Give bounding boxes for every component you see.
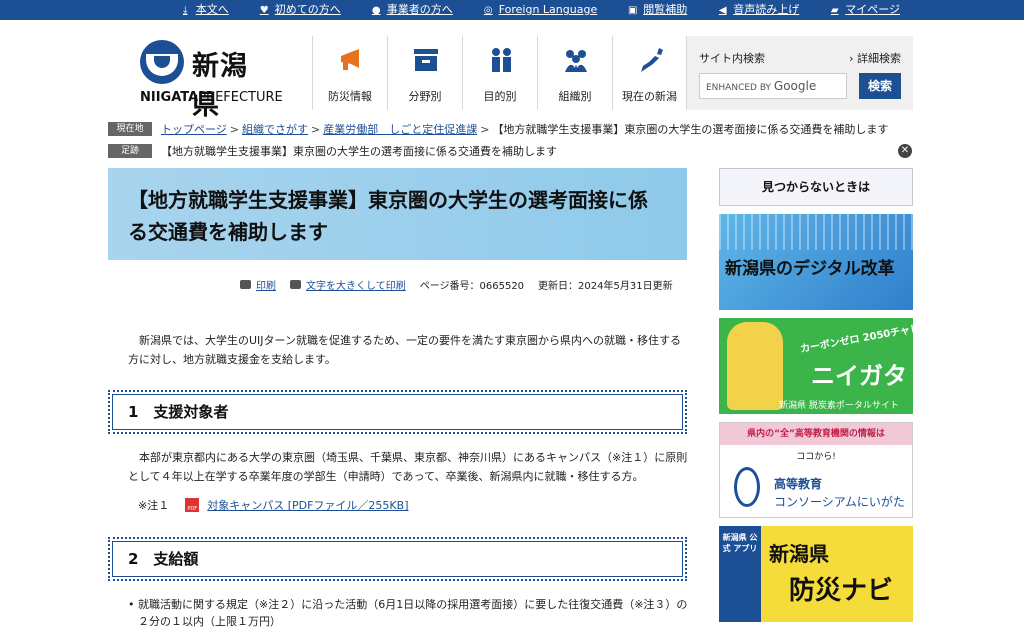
page-title: 【地方就職学生支援事業】東京圏の大学生の選考面接に係る交通費を補助します (128, 188, 648, 244)
list-item: 就職活動に関する規定（※注２）に沿った活動（6月1日以降の採用選考面接）に要した… (128, 596, 688, 630)
box-icon (414, 49, 438, 71)
consortium-logo-icon (734, 467, 760, 507)
printer-icon (290, 280, 301, 289)
nav-field[interactable]: 分野別 (387, 36, 462, 110)
nav-disaster[interactable]: 防災情報 (312, 36, 387, 110)
site-search: サイト内検索 › 詳細検索 ENHANCED BY Google 検索 (687, 36, 913, 110)
mascot-figure (727, 322, 783, 410)
foreign-language-link[interactable]: ◎ Foreign Language (483, 0, 597, 20)
utility-bar: ⤓ 本文へ ♥ 初めての方へ ● 事業者の方へ ◎ Foreign Language ▣… (0, 0, 1024, 20)
first-visit-link[interactable]: ♥ 初めての方へ (259, 0, 341, 20)
people-icon (492, 48, 511, 72)
niigata-map-icon (641, 48, 663, 72)
close-history-icon[interactable]: ✕ (898, 144, 912, 158)
logo-text-jp: 新潟県 (192, 51, 248, 121)
intro-text: 新潟県では、大学生のUIJターン就職を促進するため、一定の要件を満たす東京圏から… (128, 334, 681, 366)
utility-links: ⤓ 本文へ ♥ 初めての方へ ● 事業者の方へ ◎ Foreign Language ▣… (150, 0, 900, 20)
pdf-icon (185, 498, 200, 512)
section1-body: 本部が東京都内にある大学の東京圏（埼玉県、千葉県、東京都、神奈川県）にあるキャン… (128, 451, 688, 483)
history-tag: 足跡 (108, 144, 152, 158)
breadcrumb-current: 【地方就職学生支援事業】東京圏の大学生の選考面接に係る交通費を補助します (492, 123, 889, 136)
person-icon: ● (371, 4, 381, 16)
nav-purpose[interactable]: 目的別 (462, 36, 537, 110)
breadcrumb-tag: 現在地 (108, 122, 152, 136)
updated-date: 更新日：2024年5月31日更新 (538, 281, 673, 292)
group-icon (565, 50, 587, 72)
print-large-link[interactable]: 文字を大きくして印刷 (290, 277, 406, 292)
page-tools: 印刷 文字を大きくして印刷 ページ番号：0665520 更新日：2024年5月3… (240, 277, 687, 292)
skip-to-content-link[interactable]: ⤓ 本文へ (180, 0, 229, 20)
carbon-zero-banner[interactable]: カーボンゼロ 2050チャレンジ ニイガタ 新潟県 脱炭素ポータルサイト (719, 318, 913, 414)
magnifier-screen-icon: ▣ (627, 4, 638, 16)
search-input[interactable]: ENHANCED BY Google (699, 73, 847, 99)
global-nav: 防災情報 分野別 目的別 組織別 現在の新潟 (312, 36, 687, 110)
breadcrumb: 現在地 トップページ > 組織でさがす > 産業労働部 しごと定住促進課 > 【地方就… (108, 121, 888, 137)
browsing-aid-link[interactable]: ▣ 閲覧補助 (627, 0, 687, 20)
download-arrow-icon: ⤓ (182, 4, 188, 16)
digital-reform-banner[interactable]: 新潟県のデジタル改革 (719, 214, 913, 310)
disaster-navi-banner[interactable]: 新潟県 公式 アプリ 新潟県 防災ナビ (719, 526, 913, 622)
read-aloud-link[interactable]: ◀ 音声読み上げ (717, 0, 799, 20)
nav-current-niigata[interactable]: 現在の新潟 (612, 36, 687, 110)
page-number: ページ番号：0665520 (419, 281, 525, 292)
campus-pdf-link[interactable]: 対象キャンパス [PDFファイル／255KB] (207, 497, 408, 513)
search-button[interactable]: 検索 (859, 73, 901, 99)
breadcrumb-top[interactable]: トップページ (161, 121, 227, 137)
nav-organization[interactable]: 組織別 (537, 36, 612, 110)
not-found-button[interactable]: 見つからないときは (719, 168, 913, 206)
note-label: ※注１ (138, 499, 170, 512)
page-title-box: 【地方就職学生支援事業】東京圏の大学生の選考面接に係る交通費を補助します (108, 168, 687, 260)
megaphone-icon (341, 49, 359, 70)
history-trail: 足跡 【地方就職学生支援事業】東京圏の大学生の選考面接に係る交通費を補助します (108, 143, 557, 159)
printer-icon (240, 280, 251, 289)
site-header: 新潟県 NIIGATAPREFECTURE 防災情報 分野別 目的別 組織別 現… (0, 20, 1024, 121)
section-heading-1: 1 支援対象者 (108, 390, 687, 434)
folder-icon: ▰ (830, 4, 839, 16)
section-heading-2: 2 支給額 (108, 537, 687, 581)
breadcrumb-department[interactable]: 産業労働部 しごと定住促進課 (323, 121, 477, 137)
print-link[interactable]: 印刷 (240, 277, 276, 292)
speaker-icon: ◀ (718, 4, 727, 16)
higher-education-banner[interactable]: 県内の“全”高等教育機関の情報は ココから! 高等教育 コンソーシアムにいがた (719, 422, 913, 518)
mypage-link[interactable]: ▰ マイページ (829, 0, 900, 20)
prefecture-emblem-icon (140, 40, 184, 84)
logo-text-en: NIIGATAPREFECTURE (140, 90, 283, 105)
search-title: サイト内検索 (699, 52, 765, 65)
advanced-search-link[interactable]: › 詳細検索 (849, 50, 901, 66)
beginner-leaf-icon: ♥ (259, 4, 269, 16)
history-item: 【地方就職学生支援事業】東京圏の大学生の選考面接に係る交通費を補助します (161, 145, 557, 158)
campus-note: ※注１ 対象キャンパス [PDFファイル／255KB] (138, 497, 408, 513)
business-link[interactable]: ● 事業者の方へ (371, 0, 453, 20)
globe-icon: ◎ (483, 4, 493, 16)
breadcrumb-organization[interactable]: 組織でさがす (242, 121, 308, 137)
site-logo[interactable]: 新潟県 NIIGATAPREFECTURE (140, 40, 283, 121)
binary-pattern (719, 214, 913, 250)
